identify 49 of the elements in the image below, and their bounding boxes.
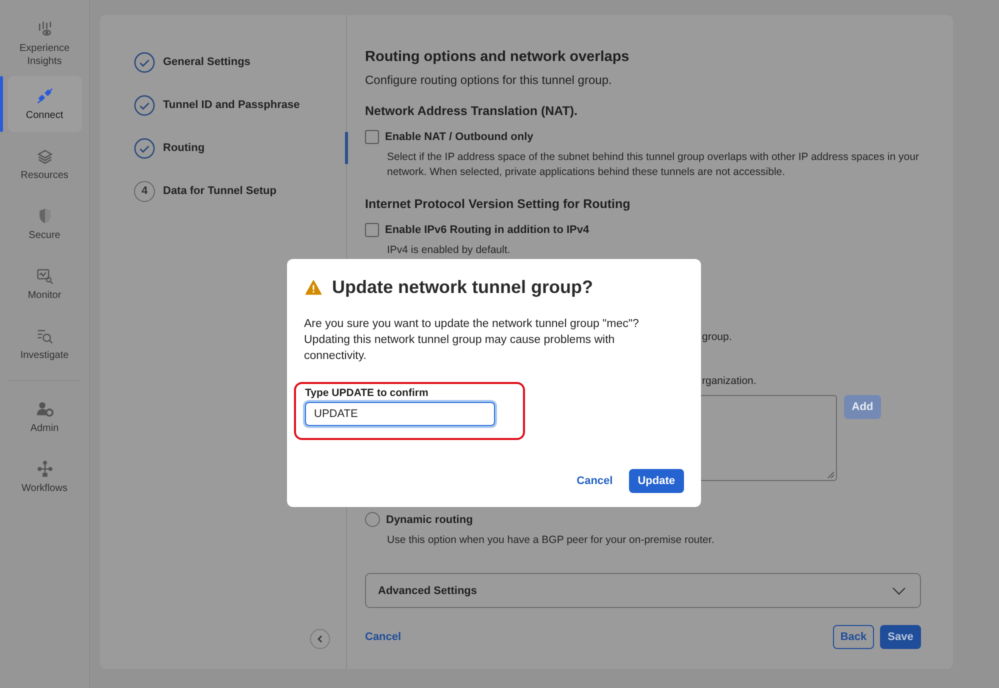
cancel-link[interactable]: Cancel	[576, 475, 613, 487]
step-number: 4	[134, 180, 155, 202]
nat-description: Select if the IP address space of the subnet behind this tunnel group overlaps with other IP address spaces in your network. When selected, private applications behind these tunnels are not accessible.	[387, 150, 920, 180]
wizard-step[interactable]: Routing	[134, 137, 346, 159]
check-circle-icon	[134, 52, 155, 72]
dialog-message: Are you sure you want to update the network tunnel group "mec"? Updating this network tunnel group may cause problems with connectivity.	[304, 317, 640, 364]
wizard-step[interactable]: General Settings	[134, 51, 346, 73]
description-text: group.	[702, 331, 732, 343]
confirm-input[interactable]: UPDATE	[305, 402, 495, 426]
back-button[interactable]: Back	[833, 625, 874, 649]
checkbox[interactable]	[365, 223, 379, 237]
resize-grip-icon	[827, 471, 835, 479]
check-circle-icon	[134, 138, 155, 158]
field-label: Type UPDATE to confirm	[305, 387, 430, 399]
dialog-title: Update network tunnel group?	[332, 277, 593, 298]
plug-icon	[36, 86, 54, 104]
checkbox[interactable]	[365, 130, 379, 144]
radio-label: Dynamic routing	[386, 514, 473, 526]
cancel-link[interactable]: Cancel	[365, 631, 402, 643]
section-title: Routing options and network overlaps	[365, 49, 630, 65]
save-button[interactable]: Save	[880, 625, 921, 649]
sidebar-item[interactable]: Admin	[8, 389, 82, 445]
chevron-left-icon	[315, 634, 325, 644]
ipv4-note: IPv4 is enabled by default.	[387, 243, 512, 258]
sidebar-item[interactable]: Investigate	[8, 316, 82, 372]
check-circle-icon	[134, 94, 155, 116]
section-subtitle: Configure routing options for this tunnel group.	[365, 73, 613, 87]
dynamic-description: Use this option when you have a BGP peer for your on-premise router.	[387, 533, 716, 548]
user-gear-icon	[36, 400, 54, 418]
checkbox-label: Enable NAT / Outbound only	[385, 131, 534, 143]
wizard-step[interactable]: Tunnel ID and Passphrase	[134, 94, 346, 116]
ip-heading: Internet Protocol Version Setting for Routing	[365, 197, 632, 211]
monitor-search-icon	[36, 266, 54, 284]
sidebar-item[interactable]: Workflows	[8, 449, 82, 505]
sidebar-item[interactable]: Secure	[8, 196, 82, 252]
update-button[interactable]: Update	[628, 469, 684, 493]
checkbox-label: Enable IPv6 Routing in addition to IPv4	[385, 224, 590, 236]
advanced-settings-accordion[interactable]: Advanced Settings	[365, 573, 921, 608]
sidebar-item[interactable]: Experience Insights	[8, 16, 82, 72]
nat-heading: Network Address Translation (NAT).	[365, 104, 579, 118]
radio-button[interactable]	[365, 512, 380, 527]
warning-icon	[305, 280, 322, 295]
sidebar-item[interactable]: Resources	[8, 136, 82, 192]
sidebar-item[interactable]: Monitor	[8, 256, 82, 312]
flow-icon	[36, 460, 54, 478]
description-text: rganization.	[702, 375, 756, 387]
chevron-down-icon	[892, 586, 906, 594]
collapse-button[interactable]	[310, 629, 330, 649]
wizard-step[interactable]: 4 Data for Tunnel Setup	[134, 180, 346, 202]
